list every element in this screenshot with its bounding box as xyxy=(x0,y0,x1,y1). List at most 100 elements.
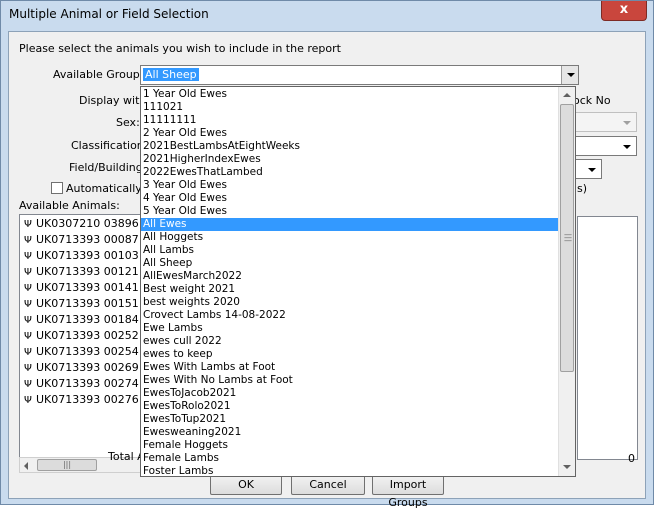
dropdown-item[interactable]: AllEwesMarch2022 xyxy=(141,270,559,283)
stock-no-label: ock No xyxy=(573,94,611,107)
dropdown-item[interactable]: Ewes With No Lambs at Foot xyxy=(141,374,559,387)
chevron-down-icon xyxy=(563,465,571,469)
grip-icon: — — — xyxy=(564,230,572,245)
dropdown-item[interactable]: Female Lambs xyxy=(141,452,559,465)
dialog-window: Multiple Animal or Field Selection x Ple… xyxy=(0,0,654,509)
dropdown-item[interactable]: Foster Lambs xyxy=(141,465,559,476)
groups-dropdown-list[interactable]: 1 Year Old Ewes 111021 11111111 2 Year Old … xyxy=(140,86,576,477)
sheep-icon: Ψ xyxy=(24,234,32,246)
instruction-text: Please select the animals you wish to in… xyxy=(19,42,341,55)
chevron-down-icon xyxy=(588,168,596,172)
available-animals-list[interactable]: Ψ UK0307210 03896 Ψ UK0713393 00087 Ψ UK07133… xyxy=(19,214,144,458)
sheep-icon: Ψ xyxy=(24,282,32,294)
animal-id: UK0713393 00274 xyxy=(36,377,139,390)
dropdown-item[interactable]: 4 Year Old Ewes xyxy=(141,192,559,205)
ok-button[interactable]: OK xyxy=(210,475,282,495)
scroll-left-icon[interactable] xyxy=(24,462,28,470)
total-count: 0 xyxy=(628,452,635,465)
dropdown-item[interactable]: All Sheep xyxy=(141,257,559,270)
list-item[interactable]: Ψ UK0713393 00087 xyxy=(24,233,139,249)
dropdown-item[interactable]: 2021HigherIndexEwes xyxy=(141,153,559,166)
dropdown-item[interactable]: Ewes With Lambs at Foot xyxy=(141,361,559,374)
sheep-icon: Ψ xyxy=(24,330,32,342)
classification-combo[interactable] xyxy=(569,136,637,156)
dropdown-item[interactable]: 2 Year Old Ewes xyxy=(141,127,559,140)
list-item[interactable]: Ψ UK0713393 00121 xyxy=(24,265,139,281)
title-bar: Multiple Animal or Field Selection x xyxy=(1,1,653,29)
list-item[interactable]: Ψ UK0713393 00274 xyxy=(24,377,139,393)
animal-id: UK0713393 00087 xyxy=(36,233,139,246)
list-item[interactable]: Ψ UK0713393 00103 xyxy=(24,249,139,265)
dropdown-item[interactable]: 11111111 xyxy=(141,114,559,127)
animal-id: UK0713393 00276 xyxy=(36,393,139,406)
available-groups-value: All Sheep xyxy=(143,68,199,81)
available-animals-label: Available Animals: xyxy=(19,199,120,212)
dropdown-item[interactable]: Crovect Lambs 14-08-2022 xyxy=(141,309,559,322)
dropdown-item[interactable]: ewes cull 2022 xyxy=(141,335,559,348)
scroll-down-button[interactable] xyxy=(559,459,575,476)
import-groups-button[interactable]: Import Groups xyxy=(372,475,444,509)
list-item[interactable]: Ψ UK0713393 00151 xyxy=(24,297,139,313)
sex-combo[interactable] xyxy=(569,112,637,132)
list-item[interactable]: Ψ UK0713393 00184 xyxy=(24,313,139,329)
animal-id: UK0713393 00254 xyxy=(36,345,139,358)
chevron-down-icon xyxy=(567,73,575,77)
dropdown-item[interactable]: Female Hoggets xyxy=(141,439,559,452)
dropdown-item[interactable]: 2022EwesThatLambed xyxy=(141,166,559,179)
dropdown-item[interactable]: All Lambs xyxy=(141,244,559,257)
selected-animals-list[interactable] xyxy=(577,216,638,460)
available-groups-combo[interactable]: All Sheep xyxy=(140,65,579,85)
animal-id: UK0713393 00269 xyxy=(36,361,139,374)
dropdown-item[interactable]: best weights 2020 xyxy=(141,296,559,309)
sheep-icon: Ψ xyxy=(24,218,32,230)
animal-id: UK0713393 00184 xyxy=(36,313,139,326)
animal-id: UK0713393 00103 xyxy=(36,249,139,262)
field-building-label: Field/Building: xyxy=(69,161,147,174)
dropdown-item[interactable]: Best weight 2021 xyxy=(141,283,559,296)
sheep-icon: Ψ xyxy=(24,314,32,326)
dropdown-item[interactable]: 1 Year Old Ewes xyxy=(141,88,559,101)
dropdown-item[interactable]: All Hoggets xyxy=(141,231,559,244)
sex-label: Sex: xyxy=(116,116,140,129)
dropdown-item[interactable]: 3 Year Old Ewes xyxy=(141,179,559,192)
dropdown-item[interactable]: EwesToTup2021 xyxy=(141,413,559,426)
dropdown-item[interactable]: ewes to keep xyxy=(141,348,559,361)
cancel-button[interactable]: Cancel xyxy=(291,475,365,495)
sheep-icon: Ψ xyxy=(24,266,32,278)
combo-dropdown-button[interactable] xyxy=(561,66,578,84)
close-button[interactable]: x xyxy=(601,1,647,21)
dropdown-item[interactable]: 5 Year Old Ewes xyxy=(141,205,559,218)
sheep-icon: Ψ xyxy=(24,394,32,406)
sheep-icon: Ψ xyxy=(24,298,32,310)
dropdown-item[interactable]: Ewesweaning2021 xyxy=(141,426,559,439)
window-title: Multiple Animal or Field Selection xyxy=(9,7,209,21)
dropdown-vertical-scrollbar[interactable]: — — — xyxy=(558,87,575,476)
right-suffix-label: s) xyxy=(577,182,588,195)
sheep-icon: Ψ xyxy=(24,250,32,262)
sheep-icon: Ψ xyxy=(24,362,32,374)
dropdown-item[interactable]: EwesToJacob2021 xyxy=(141,387,559,400)
scrollbar-thumb[interactable]: — — — xyxy=(560,104,574,372)
animal-id: UK0713393 00141 xyxy=(36,281,139,294)
dropdown-item[interactable]: Ewe Lambs xyxy=(141,322,559,335)
dropdown-item[interactable]: EwesToRolo2021 xyxy=(141,400,559,413)
list-item[interactable]: Ψ UK0713393 00141 xyxy=(24,281,139,297)
dropdown-item[interactable]: All Ewes xyxy=(141,218,559,231)
chevron-up-icon xyxy=(563,93,571,97)
animal-id: UK0307210 03896 xyxy=(36,217,139,230)
close-icon: x xyxy=(619,2,629,17)
scroll-up-button[interactable] xyxy=(559,87,575,104)
list-item[interactable]: Ψ UK0307210 03896 xyxy=(24,217,139,233)
dropdown-item[interactable]: 111021 xyxy=(141,101,559,114)
chevron-down-icon xyxy=(623,121,631,125)
list-item[interactable]: Ψ UK0713393 00269 xyxy=(24,361,139,377)
dropdown-item[interactable]: 2021BestLambsAtEightWeeks xyxy=(141,140,559,153)
list-item[interactable]: Ψ UK0713393 00254 xyxy=(24,345,139,361)
scrollbar-thumb[interactable]: ||| xyxy=(37,459,97,471)
chevron-down-icon xyxy=(623,145,631,149)
sheep-icon: Ψ xyxy=(24,378,32,390)
sheep-icon: Ψ xyxy=(24,346,32,358)
list-item[interactable]: Ψ UK0713393 00276 xyxy=(24,393,139,409)
auto-include-checkbox[interactable] xyxy=(51,182,63,194)
list-item[interactable]: Ψ UK0713393 00252 xyxy=(24,329,139,345)
